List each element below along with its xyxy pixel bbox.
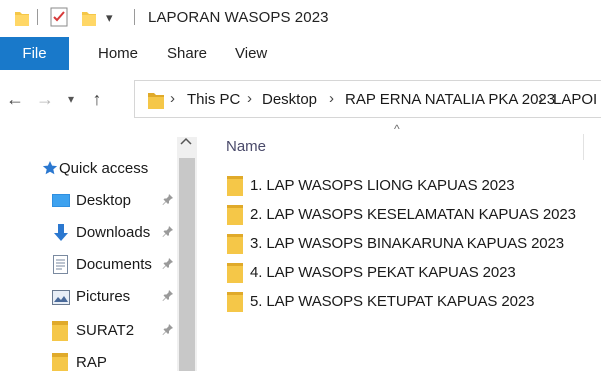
folder-icon[interactable]	[14, 9, 30, 32]
star-icon	[42, 160, 58, 181]
list-item[interactable]: 2. LAP WASOPS KESELAMATAN KAPUAS 2023	[222, 202, 582, 228]
customize-quick-access-dropdown[interactable]: ▾	[106, 10, 113, 26]
breadcrumb-separator[interactable]: ›	[538, 90, 543, 107]
sidebar-item-label: Documents	[76, 256, 152, 273]
tab-home[interactable]: Home	[98, 37, 138, 70]
folder-icon	[227, 234, 243, 259]
pin-icon[interactable]	[162, 225, 174, 240]
folder-icon	[227, 263, 243, 288]
sidebar-scrollbar-thumb[interactable]	[179, 158, 195, 371]
sidebar-item-label: RAP	[76, 354, 107, 371]
folder-icon	[52, 352, 68, 371]
pin-icon[interactable]	[162, 289, 174, 304]
sidebar-item-quick-access[interactable]: Quick access	[0, 155, 196, 185]
address-bar[interactable]: › This PC › Desktop › RAP ERNA NATALIA P…	[134, 80, 601, 118]
list-item[interactable]: 5. LAP WASOPS KETUPAT KAPUAS 2023	[222, 289, 582, 315]
folder-icon	[147, 90, 165, 115]
breadcrumb-this-pc[interactable]: This PC	[187, 91, 240, 108]
pin-icon[interactable]	[162, 323, 174, 338]
breadcrumb-laporan[interactable]: LAPOI	[553, 91, 597, 108]
sidebar-item-documents[interactable]: Documents	[0, 251, 196, 281]
folder-icon	[227, 292, 243, 317]
sidebar-item-surat2[interactable]: SURAT2	[0, 317, 196, 347]
navigation-pane: Quick access Desktop Downloads Documents	[0, 125, 204, 371]
pin-icon[interactable]	[162, 193, 174, 208]
folder-icon	[227, 176, 243, 201]
download-icon	[53, 223, 69, 248]
scroll-up-arrow-icon[interactable]	[179, 135, 193, 149]
sidebar-item-label: SURAT2	[76, 322, 135, 339]
sidebar-item-label: Downloads	[76, 224, 151, 241]
file-name: 3. LAP WASOPS BINAKARUNA KAPUAS 2023	[250, 235, 565, 252]
tab-view[interactable]: View	[235, 37, 267, 70]
column-header-name[interactable]: Name	[226, 138, 266, 155]
pin-icon[interactable]	[162, 257, 174, 272]
toolbar-separator	[37, 9, 38, 25]
breadcrumb-separator[interactable]: ›	[170, 90, 175, 107]
sidebar-item-label: Pictures	[76, 288, 131, 305]
sort-ascending-icon: ^	[394, 122, 400, 136]
file-name: 1. LAP WASOPS LIONG KAPUAS 2023	[250, 177, 515, 194]
ribbon-tabs: File Home Share View	[0, 37, 601, 70]
address-row: ← → ▾ ↑ › This PC › Desktop › RAP ERNA N…	[0, 76, 601, 122]
column-divider[interactable]	[583, 134, 584, 160]
breadcrumb-separator[interactable]: ›	[247, 90, 252, 107]
folder-icon	[227, 205, 243, 230]
sidebar-item-downloads[interactable]: Downloads	[0, 219, 196, 249]
back-button[interactable]: ←	[2, 84, 28, 114]
up-button[interactable]: ↑	[84, 84, 110, 114]
tab-share[interactable]: Share	[167, 37, 207, 70]
sidebar-item-desktop[interactable]: Desktop	[0, 187, 196, 217]
list-item[interactable]: 3. LAP WASOPS BINAKARUNA KAPUAS 2023	[222, 231, 582, 257]
list-item[interactable]: 4. LAP WASOPS PEKAT KAPUAS 2023	[222, 260, 582, 286]
file-name: 2. LAP WASOPS KESELAMATAN KAPUAS 2023	[250, 206, 576, 223]
forward-button[interactable]: →	[32, 84, 58, 114]
title-bar: ▾ LAPORAN WASOPS 2023	[0, 0, 601, 34]
sidebar-item-label: Desktop	[76, 192, 132, 209]
desktop-icon	[52, 194, 70, 214]
picture-icon	[52, 290, 70, 310]
window-title: LAPORAN WASOPS 2023	[148, 9, 329, 26]
breadcrumb-desktop[interactable]: Desktop	[262, 91, 317, 108]
list-item[interactable]: 1. LAP WASOPS LIONG KAPUAS 2023	[222, 173, 582, 199]
breadcrumb-rap-erna[interactable]: RAP ERNA NATALIA PKA 2023	[345, 91, 555, 108]
recent-locations-button[interactable]: ▾	[58, 84, 84, 114]
folder-icon	[52, 320, 68, 347]
sidebar-item-pictures[interactable]: Pictures	[0, 283, 196, 313]
properties-icon[interactable]	[50, 7, 68, 32]
file-name: 4. LAP WASOPS PEKAT KAPUAS 2023	[250, 264, 516, 281]
title-separator	[134, 9, 135, 25]
sidebar-item-rap[interactable]: RAP	[0, 349, 196, 371]
tab-file[interactable]: File	[0, 37, 69, 70]
breadcrumb-separator[interactable]: ›	[329, 90, 334, 107]
sidebar-item-label: Quick access	[59, 160, 149, 177]
document-icon	[53, 255, 68, 279]
new-folder-icon[interactable]	[81, 9, 97, 32]
file-name: 5. LAP WASOPS KETUPAT KAPUAS 2023	[250, 293, 535, 310]
